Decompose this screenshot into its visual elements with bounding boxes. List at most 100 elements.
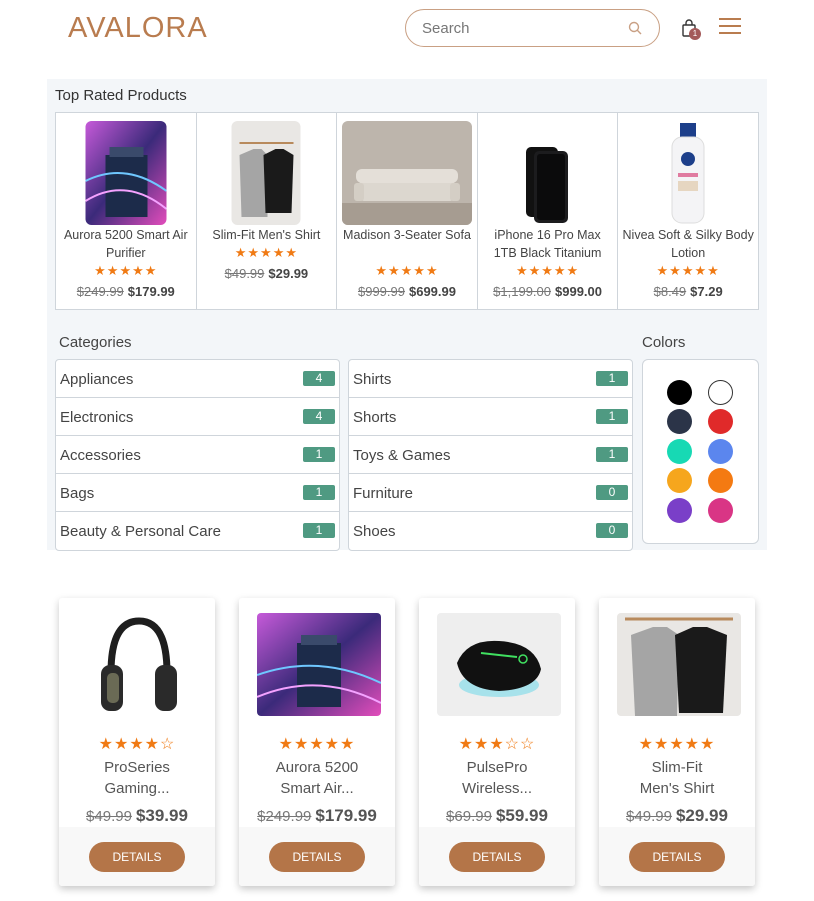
old-price: $69.99 <box>446 808 492 825</box>
category-label: Beauty & Personal Care <box>60 523 221 540</box>
category-item[interactable]: Electronics 4 <box>56 398 339 436</box>
details-button[interactable]: DETAILS <box>629 842 725 872</box>
rating-stars: ★★★★★ <box>234 245 299 260</box>
search-placeholder: Search <box>422 20 470 37</box>
category-count: 0 <box>596 523 628 538</box>
product-image[interactable] <box>668 121 709 225</box>
color-swatch-red[interactable] <box>708 409 733 434</box>
product-name[interactable]: PulsePro Wireless... <box>429 757 565 799</box>
price: $59.99 <box>495 806 548 825</box>
rating-stars: ★★★★★ <box>94 263 158 278</box>
product-card: ★★★★★ Aurora 5200 Smart Air... $249.99 $17… <box>239 598 395 886</box>
product-name-line: ProSeries <box>104 759 170 776</box>
rating-stars: ★★★★★ <box>656 263 720 278</box>
old-price: $249.99 <box>257 808 312 825</box>
price: $7.29 <box>690 284 723 299</box>
product-name[interactable]: Nivea Soft & Silky Body Lotion <box>622 226 754 262</box>
old-price: $49.99 <box>626 808 672 825</box>
category-item[interactable]: Shorts 1 <box>349 398 632 436</box>
details-button[interactable]: DETAILS <box>269 842 365 872</box>
categories-list-left: Appliances 4 Electronics 4 Accessories 1 Ba… <box>55 359 340 551</box>
top-rated-item[interactable]: Madison 3-Seater Sofa ★★★★★ $999.99 $699.… <box>337 113 478 309</box>
color-swatch-yellow[interactable] <box>667 468 692 493</box>
top-rated-item[interactable]: Slim-Fit Men's Shirt ★★★★★ $49.99 $29.99 <box>197 113 338 309</box>
product-name-line: Men's Shirt <box>639 780 715 797</box>
top-rated-item[interactable]: Nivea Soft & Silky Body Lotion ★★★★★ $8.… <box>618 113 758 309</box>
category-label: Shorts <box>353 409 397 426</box>
product-price: $1,199.00 $999.00 <box>478 284 618 299</box>
category-item[interactable]: Beauty & Personal Care 1 <box>56 512 339 550</box>
price: $179.99 <box>127 284 175 299</box>
card-footer: DETAILS <box>599 827 755 886</box>
product-price: $8.49 $7.29 <box>618 284 758 299</box>
category-count: 4 <box>303 371 335 386</box>
details-button[interactable]: DETAILS <box>89 842 185 872</box>
category-label: Shoes <box>353 523 396 540</box>
product-image[interactable] <box>341 121 472 225</box>
card-footer: DETAILS <box>59 827 215 886</box>
category-count: 1 <box>303 485 335 500</box>
old-price: $49.99 <box>86 808 132 825</box>
product-name[interactable]: Aurora 5200 Smart Air... <box>249 757 385 799</box>
search-icon[interactable] <box>628 21 642 35</box>
product-name[interactable]: iPhone 16 Pro Max 1TB Black Titanium <box>482 226 614 262</box>
color-swatch-orange[interactable] <box>708 468 733 493</box>
color-swatch-blue[interactable] <box>708 439 733 464</box>
product-image[interactable] <box>77 613 201 716</box>
top-rated-item[interactable]: Aurora 5200 Smart Air Purifier ★★★★★ $24… <box>56 113 197 309</box>
product-price: $999.99 $699.99 <box>337 284 477 299</box>
category-label: Bags <box>60 485 95 502</box>
product-price: $249.99 $179.99 <box>239 806 395 826</box>
category-label: Accessories <box>60 447 141 464</box>
top-rated-title: Top Rated Products <box>55 87 187 104</box>
color-swatch-white[interactable] <box>708 380 733 405</box>
hamburger-menu-icon[interactable] <box>719 18 741 36</box>
top-rated-grid: Aurora 5200 Smart Air Purifier ★★★★★ $24… <box>55 112 759 310</box>
category-label: Electronics <box>60 409 134 426</box>
product-image[interactable] <box>617 613 741 716</box>
product-price: $49.99 $39.99 <box>59 806 215 826</box>
category-item[interactable]: Bags 1 <box>56 474 339 512</box>
product-price: $69.99 $59.99 <box>419 806 575 826</box>
price: $29.99 <box>675 806 728 825</box>
product-name[interactable]: Madison 3-Seater Sofa <box>341 226 473 244</box>
product-name[interactable]: Slim-Fit Men's Shirt <box>609 757 745 799</box>
product-image[interactable] <box>85 121 167 225</box>
category-item[interactable]: Accessories 1 <box>56 436 339 474</box>
category-item[interactable]: Furniture 0 <box>349 474 632 512</box>
product-price: $49.99 $29.99 <box>197 266 337 281</box>
product-name-line: Slim-Fit <box>651 759 703 776</box>
category-item[interactable]: Toys & Games 1 <box>349 436 632 474</box>
category-item[interactable]: Shirts 1 <box>349 360 632 398</box>
category-item[interactable]: Shoes 0 <box>349 512 632 550</box>
color-swatch-pink[interactable] <box>708 498 733 523</box>
top-rated-item[interactable]: iPhone 16 Pro Max 1TB Black Titanium ★★★… <box>478 113 619 309</box>
details-button[interactable]: DETAILS <box>449 842 545 872</box>
product-name-line: Gaming... <box>104 780 170 797</box>
product-name[interactable]: Slim-Fit Men's Shirt <box>201 226 333 244</box>
product-price: $49.99 $29.99 <box>599 806 755 826</box>
color-swatch-navy[interactable] <box>667 409 692 434</box>
product-image[interactable] <box>517 121 578 225</box>
old-price: $249.99 <box>76 284 124 299</box>
search-input[interactable]: Search <box>405 9 660 47</box>
product-image[interactable] <box>257 613 381 716</box>
rating-stars: ★★★★★ <box>638 736 716 753</box>
category-item[interactable]: Appliances 4 <box>56 360 339 398</box>
cart-count-badge: 1 <box>689 28 701 40</box>
color-swatch-purple[interactable] <box>667 498 692 523</box>
logo[interactable]: AVALORA <box>68 12 208 45</box>
product-name[interactable]: Aurora 5200 Smart Air Purifier <box>60 226 192 262</box>
colors-title: Colors <box>642 334 686 351</box>
price: $29.99 <box>268 266 309 281</box>
category-count: 1 <box>596 371 628 386</box>
product-image[interactable] <box>437 613 561 716</box>
product-image[interactable] <box>231 121 301 225</box>
product-name-line: Smart Air... <box>280 780 354 797</box>
old-price: $8.49 <box>653 284 687 299</box>
product-name[interactable]: ProSeries Gaming... <box>69 757 205 799</box>
color-swatch-teal[interactable] <box>667 439 692 464</box>
rating-stars: ★★★★★ <box>278 736 356 753</box>
category-label: Furniture <box>353 485 414 502</box>
color-swatch-black[interactable] <box>667 380 692 405</box>
